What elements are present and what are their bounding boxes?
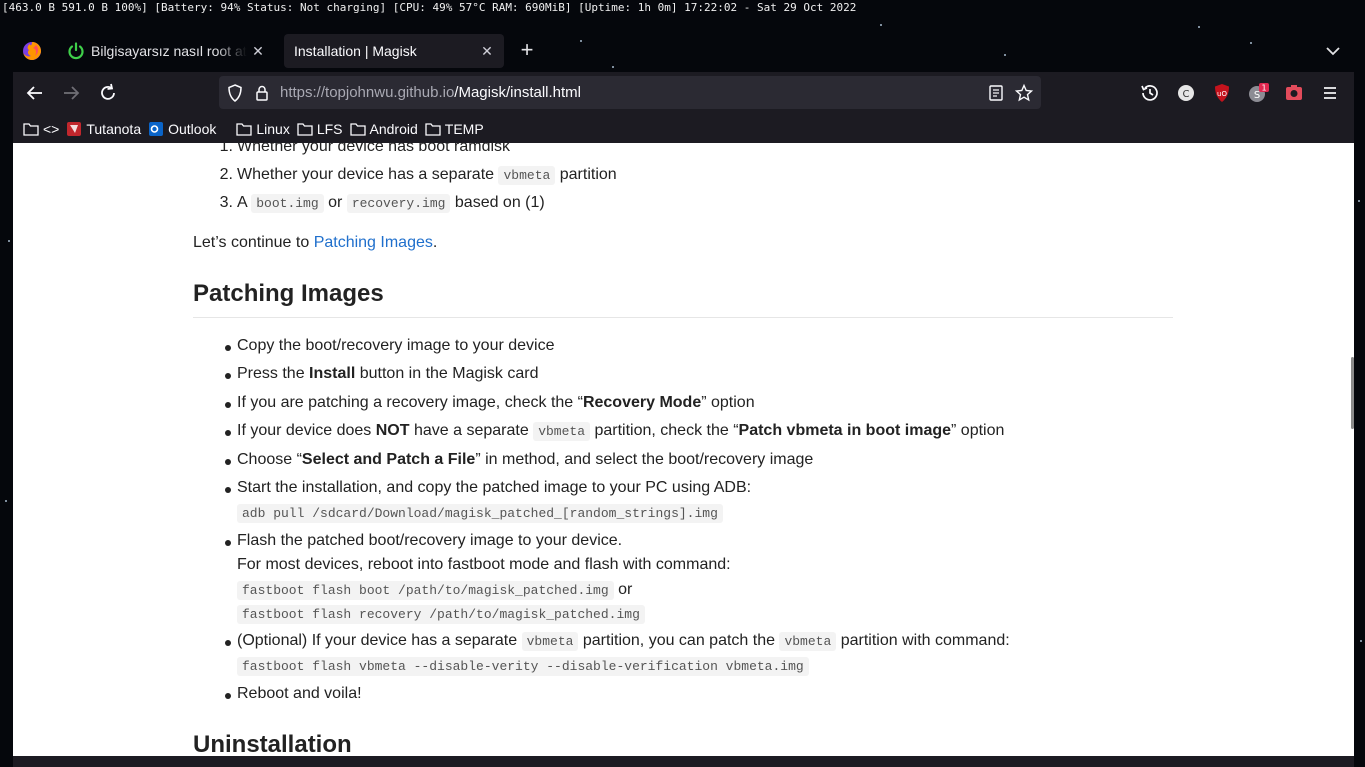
- article: 1. Whether your device has boot ramdisk …: [193, 143, 1173, 756]
- chevron-down-icon[interactable]: [1322, 40, 1344, 62]
- url-host: https://topjohnwu.github.io: [280, 84, 455, 101]
- heading-divider: [193, 317, 1173, 318]
- tab-title: Bilgisayarsız nasıl root atılır: [91, 43, 247, 59]
- new-tab-button[interactable]: +: [514, 38, 540, 64]
- tab-installation-magisk[interactable]: Installation | Magisk ✕: [284, 34, 504, 68]
- shield-icon[interactable]: [225, 83, 245, 103]
- bookmark-label: LFS: [316, 120, 343, 137]
- bookmark-tutanota[interactable]: Tutanota: [66, 117, 141, 141]
- window-bottom-edge: [13, 756, 1354, 767]
- menu-icon[interactable]: [1318, 81, 1342, 105]
- bookmark-star-icon[interactable]: [1014, 83, 1034, 103]
- folder-icon: [23, 122, 39, 136]
- heading-patching-images: Patching Images: [193, 280, 384, 307]
- bookmark-folder-android[interactable]: Android: [349, 117, 418, 141]
- reload-icon[interactable]: [96, 81, 120, 105]
- page-content: 1. Whether your device has boot ramdisk …: [13, 143, 1354, 756]
- bookmark-folder-lfs[interactable]: LFS: [297, 117, 343, 141]
- bookmark-label: Tutanota: [86, 120, 142, 137]
- svg-text:S: S: [1254, 90, 1260, 101]
- close-icon[interactable]: ✕: [247, 43, 269, 60]
- firefox-icon[interactable]: [22, 41, 42, 61]
- heading-uninstallation: Uninstallation: [193, 731, 352, 756]
- folder-icon: [349, 122, 366, 136]
- tab-title: Installation | Magisk: [294, 43, 417, 59]
- url-text[interactable]: https://topjohnwu.github.io/Magisk/insta…: [280, 76, 581, 109]
- folder-icon: [425, 122, 441, 136]
- bookmark-label: Linux: [256, 120, 290, 137]
- bookmark-label: Android: [369, 120, 418, 137]
- tutanota-icon: [67, 121, 82, 136]
- extension-badge: 1: [1261, 84, 1266, 93]
- tab-bilgisayarsiz[interactable]: Bilgisayarsız nasıl root atılır ✕: [57, 34, 275, 68]
- patching-images-link[interactable]: Patching Images: [314, 234, 433, 251]
- extension-icon[interactable]: S 1: [1246, 81, 1270, 105]
- outlook-icon: [149, 121, 164, 136]
- tab-bar: Bilgisayarsız nasıl root atılır ✕ Instal…: [0, 32, 1365, 70]
- folder-icon: [236, 122, 253, 136]
- bookmark-label: Outlook: [168, 120, 217, 137]
- power-icon: [68, 42, 84, 60]
- account-icon[interactable]: C: [1174, 81, 1198, 105]
- navigation-toolbar: https://topjohnwu.github.io/Magisk/insta…: [13, 72, 1354, 114]
- continue-paragraph: Let’s continue to Patching Images.: [193, 234, 438, 251]
- close-icon[interactable]: ✕: [476, 43, 498, 60]
- bookmark-label: <>: [43, 120, 60, 137]
- url-path: /Magisk/install.html: [454, 84, 581, 101]
- address-bar[interactable]: https://topjohnwu.github.io/Magisk/insta…: [219, 76, 1041, 109]
- svg-text:uO: uO: [1217, 90, 1227, 98]
- bookmarks-toolbar: <> Tutanota Outlook Linux LFS Android TE…: [13, 114, 1354, 143]
- svg-text:C: C: [1183, 89, 1190, 100]
- back-icon[interactable]: [23, 81, 47, 105]
- folder-icon: [297, 122, 313, 136]
- bookmark-folder-code[interactable]: <>: [23, 117, 59, 141]
- page-scrollbar-thumb[interactable]: [1351, 357, 1354, 429]
- bookmark-outlook[interactable]: Outlook: [148, 117, 216, 141]
- reader-view-icon[interactable]: [986, 83, 1006, 103]
- bookmark-folder-temp[interactable]: TEMP: [425, 117, 484, 141]
- screenshot-icon[interactable]: [1282, 81, 1306, 105]
- history-icon[interactable]: [1138, 81, 1162, 105]
- bookmark-folder-linux[interactable]: Linux: [236, 117, 290, 141]
- system-status-bar: [463.0 B 591.0 B 100%] [Battery: 94% Sta…: [2, 1, 857, 14]
- forward-icon[interactable]: [59, 81, 83, 105]
- ublock-origin-icon[interactable]: uO: [1210, 81, 1234, 105]
- bookmark-label: TEMP: [444, 120, 484, 137]
- lock-icon[interactable]: [252, 83, 272, 103]
